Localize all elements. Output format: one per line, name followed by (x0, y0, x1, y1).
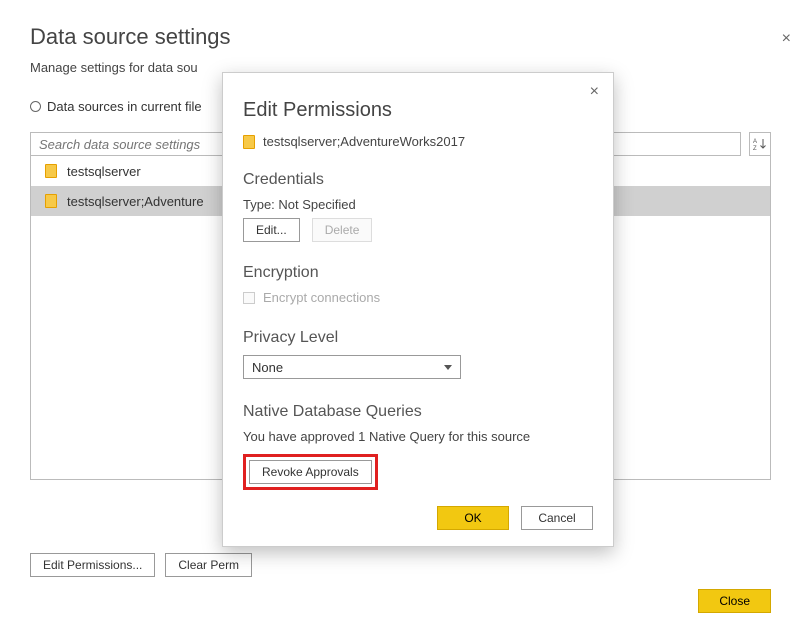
database-icon (45, 194, 57, 208)
scope-radio-label: Data sources in current file (47, 99, 202, 114)
dialog-title: Edit Permissions (243, 99, 593, 122)
encrypt-connections-checkbox: Encrypt connections (243, 290, 593, 305)
privacy-level-select[interactable]: None (243, 355, 461, 379)
database-icon (45, 164, 57, 178)
edit-permissions-dialog: × Edit Permissions testsqlserver;Adventu… (222, 72, 614, 547)
ok-button[interactable]: OK (437, 506, 509, 530)
edit-permissions-button[interactable]: Edit Permissions... (30, 553, 155, 577)
encrypt-connections-label: Encrypt connections (263, 290, 380, 305)
sort-button[interactable]: A Z (749, 132, 771, 156)
privacy-level-value: None (252, 360, 283, 375)
credentials-delete-button: Delete (312, 218, 373, 242)
database-icon (243, 135, 255, 149)
clear-permissions-button[interactable]: Clear Perm (165, 553, 252, 577)
native-database-queries-heading: Native Database Queries (243, 403, 593, 421)
sort-az-icon: A Z (753, 137, 767, 151)
svg-text:A: A (753, 139, 757, 145)
dialog-close-icon[interactable]: × (590, 83, 599, 101)
dialog-source-name: testsqlserver;AdventureWorks2017 (263, 134, 465, 149)
chevron-down-icon (444, 365, 452, 370)
credentials-heading: Credentials (243, 171, 593, 189)
privacy-level-heading: Privacy Level (243, 329, 593, 347)
native-query-status-text: You have approved 1 Native Query for thi… (243, 429, 593, 444)
radio-icon[interactable] (30, 101, 41, 112)
highlight-frame: Revoke Approvals (243, 454, 378, 490)
window-close-icon[interactable]: × (782, 30, 791, 48)
list-item-label: testsqlserver (67, 164, 141, 179)
credentials-type-line: Type: Not Specified (243, 197, 593, 212)
encryption-heading: Encryption (243, 264, 593, 282)
cancel-button[interactable]: Cancel (521, 506, 593, 530)
list-item-label: testsqlserver;Adventure (67, 194, 204, 209)
svg-text:Z: Z (753, 146, 757, 151)
dialog-source-row: testsqlserver;AdventureWorks2017 (243, 134, 593, 149)
checkbox-icon (243, 292, 255, 304)
credentials-edit-button[interactable]: Edit... (243, 218, 300, 242)
page-title: Data source settings (30, 24, 801, 50)
close-button[interactable]: Close (698, 589, 771, 613)
revoke-approvals-button[interactable]: Revoke Approvals (249, 460, 372, 484)
